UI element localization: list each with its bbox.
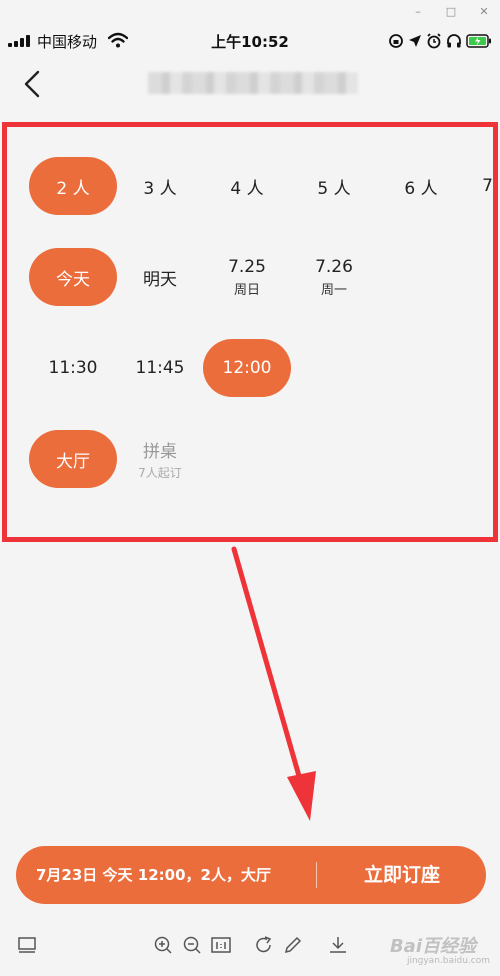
back-arrow-icon[interactable] xyxy=(16,68,48,100)
rotate-icon[interactable] xyxy=(253,934,275,956)
annotation-arrow-icon xyxy=(231,546,316,821)
actual-size-icon[interactable] xyxy=(210,934,232,956)
alarm-icon xyxy=(427,33,441,49)
headphones-icon xyxy=(447,34,461,48)
status-bar: 中国移动 上午10:52 xyxy=(0,26,500,56)
viewer-toolbar: Bai百经验 jingyan.baidu.com xyxy=(0,926,500,966)
booking-divider xyxy=(316,862,317,888)
zoom-in-icon[interactable] xyxy=(152,934,174,956)
highlight-box xyxy=(2,122,498,542)
rotation-lock-icon xyxy=(389,34,403,48)
location-icon xyxy=(409,35,421,47)
maximize-button[interactable]: □ xyxy=(443,4,459,20)
minimize-button[interactable]: – xyxy=(410,4,426,20)
booking-summary: 7月23日 今天 12:00，2人，大厅 xyxy=(36,866,271,884)
status-icons xyxy=(388,32,492,50)
thumbnail-icon[interactable] xyxy=(16,934,38,956)
download-icon[interactable] xyxy=(327,934,349,956)
edit-icon[interactable] xyxy=(282,934,304,956)
watermark-url: jingyan.baidu.com xyxy=(406,956,490,966)
blurred-restaurant-title xyxy=(148,72,358,94)
booking-bar: 7月23日 今天 12:00，2人，大厅 立即订座 xyxy=(16,846,486,904)
close-button[interactable]: ✕ xyxy=(476,4,492,20)
window-controls: – □ ✕ xyxy=(0,0,500,24)
zoom-out-icon[interactable] xyxy=(181,934,203,956)
battery-charging-icon xyxy=(466,34,491,48)
book-now-button[interactable]: 立即订座 xyxy=(318,846,486,904)
nav-bar xyxy=(0,58,500,110)
watermark-logo: Bai百经验 xyxy=(389,936,476,957)
